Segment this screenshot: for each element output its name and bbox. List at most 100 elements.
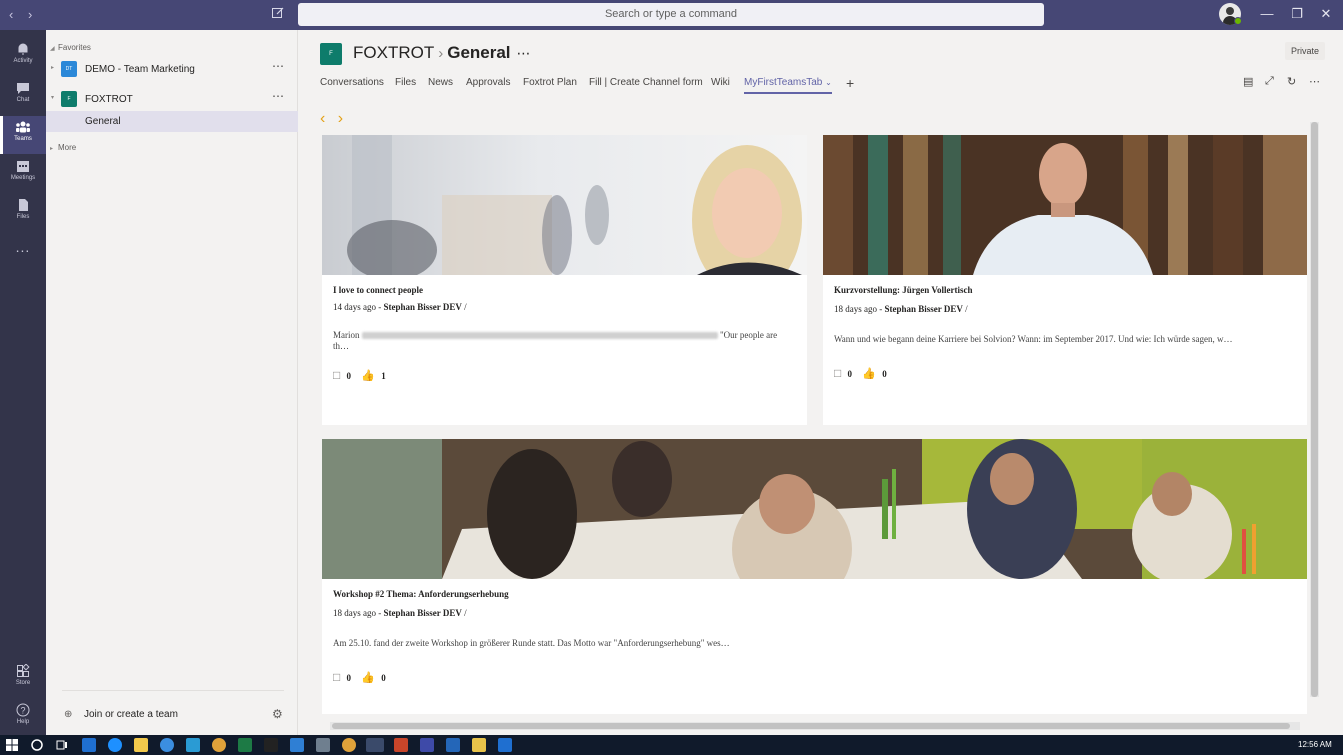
rail-help[interactable]: ? Help <box>0 699 46 737</box>
teams-sidebar: ◢ Favorites ▸ DT DEMO - Team Marketing ⋯ … <box>46 30 298 735</box>
close-icon[interactable]: ✕ <box>1318 6 1334 22</box>
scroll-thumb[interactable] <box>1311 122 1318 697</box>
powerpoint-icon[interactable] <box>394 738 408 752</box>
restore-icon[interactable]: ❐ <box>1289 6 1305 22</box>
team-row-demo[interactable]: ▸ DT DEMO - Team Marketing ⋯ <box>46 58 298 82</box>
join-or-create-team[interactable]: ⊕ Join or create a team ⚙ <box>62 690 284 735</box>
team-name: DEMO - Team Marketing <box>85 64 195 75</box>
more-teams-toggle[interactable]: ▸ More <box>50 143 76 152</box>
internet-explorer-icon[interactable] <box>160 738 174 752</box>
store-icon <box>17 664 30 677</box>
channel-more-icon[interactable]: ⋯ <box>517 45 532 61</box>
news-card[interactable]: Workshop #2 Thema: Anforderungserhebung … <box>322 439 1307 714</box>
comment-icon[interactable]: □ <box>333 670 340 685</box>
chevron-right-icon: ▸ <box>50 146 54 152</box>
teams-taskbar-icon[interactable] <box>366 738 384 752</box>
rail-files[interactable]: Files <box>0 194 46 232</box>
news-card[interactable]: Kurzvorstellung: Jürgen Vollertisch 18 d… <box>823 135 1307 425</box>
scroll-thumb[interactable] <box>332 723 1290 729</box>
app-icon[interactable] <box>186 738 200 752</box>
app-icon[interactable] <box>316 738 330 752</box>
rail-label: Chat <box>16 97 30 103</box>
cortana-icon[interactable] <box>30 738 44 752</box>
system-clock[interactable]: 12:56 AM <box>1298 740 1332 749</box>
card-title[interactable]: I love to connect people <box>333 285 423 295</box>
like-icon[interactable]: 👍 <box>361 671 375 684</box>
expand-icon[interactable]: ⤢ <box>1265 75 1274 88</box>
add-tab-icon[interactable]: + <box>846 75 854 91</box>
forward-arrow-icon[interactable]: › <box>28 7 32 22</box>
svg-text:?: ? <box>20 706 25 716</box>
rail-teams[interactable]: Teams <box>0 116 46 154</box>
refresh-icon[interactable]: ↻ <box>1287 75 1296 88</box>
card-title[interactable]: Workshop #2 Thema: Anforderungserhebung <box>333 589 509 599</box>
like-icon[interactable]: 👍 <box>862 367 876 380</box>
card-excerpt: Am 25.10. fand der zweite Workshop in gr… <box>333 638 730 648</box>
more-options-icon[interactable]: ⋯ <box>1309 75 1320 88</box>
tab-myfirstteamstab[interactable]: MyFirstTeamsTab ⌄ <box>744 77 832 94</box>
card-age: 14 days ago - <box>333 302 384 312</box>
file-explorer-icon[interactable] <box>134 738 148 752</box>
page-title: General <box>447 43 511 62</box>
tab-foxtrot-plan[interactable]: Foxtrot Plan <box>523 77 577 88</box>
search-input[interactable]: Search or type a command <box>298 3 1044 26</box>
gear-icon[interactable]: ⚙ <box>272 707 283 721</box>
chat-icon <box>17 83 29 94</box>
channel-item-general[interactable]: General <box>46 111 298 132</box>
app-icon[interactable] <box>472 738 486 752</box>
team-avatar: DT <box>61 61 77 77</box>
like-icon[interactable]: 👍 <box>361 369 375 382</box>
news-card[interactable]: I love to connect people 14 days ago - S… <box>322 135 807 425</box>
chevron-right-icon: ▸ <box>51 65 55 71</box>
horizontal-scrollbar[interactable] <box>330 722 1300 730</box>
tab-files[interactable]: Files <box>395 77 416 88</box>
team-row-foxtrot[interactable]: ▾ F FOXTROT ⋯ <box>46 88 298 112</box>
tab-wiki[interactable]: Wiki <box>711 77 730 88</box>
team-name: FOXTROT <box>85 94 133 105</box>
rail-more-apps[interactable]: ... <box>0 233 46 271</box>
tab-fill-create-channel-form[interactable]: Fill | Create Channel form <box>589 77 703 88</box>
card-meta: 14 days ago - Stephan Bisser DEV / <box>333 302 467 312</box>
rail-activity[interactable]: Activity <box>0 38 46 76</box>
more-options-icon[interactable]: ⋯ <box>272 89 285 103</box>
chrome-icon[interactable] <box>212 738 226 752</box>
presence-available-icon <box>1234 17 1242 25</box>
chrome-icon[interactable] <box>342 738 356 752</box>
rail-label: Files <box>16 214 30 220</box>
rail-chat[interactable]: Chat <box>0 77 46 115</box>
app-rail: Activity Chat Teams Meetings Files ... S… <box>0 30 46 735</box>
rail-store[interactable]: Store <box>0 660 46 698</box>
more-options-icon[interactable]: ⋯ <box>272 59 285 73</box>
card-excerpt: Marion "Our people are th… <box>333 330 795 352</box>
card-age: 18 days ago - <box>834 304 885 314</box>
breadcrumb-team[interactable]: FOXTROT <box>353 43 434 62</box>
store-app-icon[interactable] <box>82 738 96 752</box>
comment-icon[interactable]: □ <box>333 368 340 383</box>
card-title[interactable]: Kurzvorstellung: Jürgen Vollertisch <box>834 285 973 295</box>
edge-icon[interactable] <box>108 738 122 752</box>
rail-meetings[interactable]: Meetings <box>0 155 46 193</box>
task-view-icon[interactable] <box>55 738 69 752</box>
windows-start-icon[interactable] <box>5 738 19 752</box>
carousel-next-icon[interactable]: › <box>338 110 343 127</box>
favorites-label: Favorites <box>58 43 91 52</box>
terminal-icon[interactable] <box>264 738 278 752</box>
app-icon[interactable] <box>420 738 434 752</box>
tab-news[interactable]: News <box>428 77 453 88</box>
back-arrow-icon[interactable]: ‹ <box>9 7 13 22</box>
tab-conversations[interactable]: Conversations <box>320 77 384 88</box>
favorites-header[interactable]: ◢ Favorites <box>50 43 91 52</box>
vertical-scrollbar[interactable] <box>1310 122 1319 697</box>
comment-icon[interactable]: □ <box>834 366 841 381</box>
outlook-icon[interactable] <box>498 738 512 752</box>
minimize-icon[interactable]: — <box>1259 6 1275 21</box>
visual-studio-code-icon[interactable] <box>446 738 460 752</box>
rail-label: Meetings <box>10 175 36 181</box>
tab-approvals[interactable]: Approvals <box>466 77 510 88</box>
conversation-icon[interactable]: ▤ <box>1243 75 1253 88</box>
todo-icon[interactable] <box>290 738 304 752</box>
carousel-prev-icon[interactable]: ‹ <box>320 110 325 127</box>
team-avatar: F <box>61 91 77 107</box>
compose-icon[interactable] <box>271 6 285 20</box>
excel-icon[interactable] <box>238 738 252 752</box>
